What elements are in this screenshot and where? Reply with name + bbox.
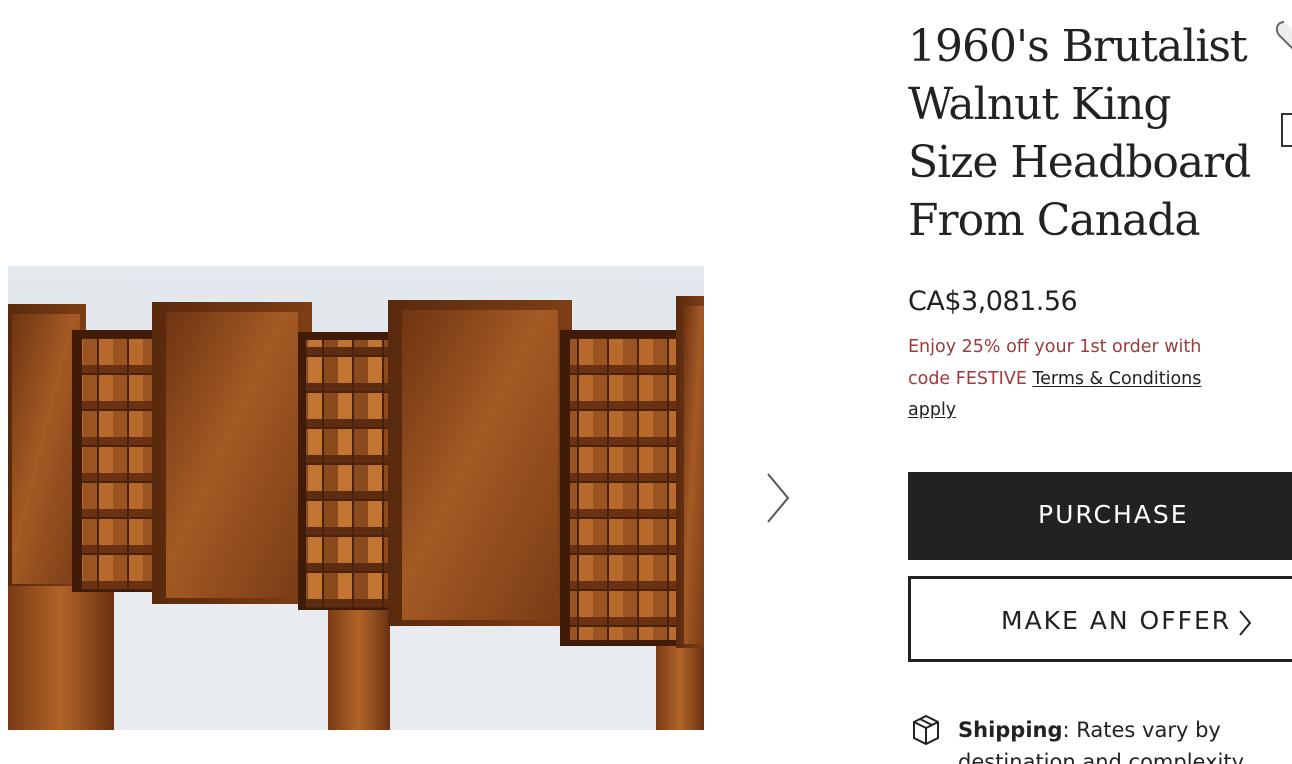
heart-icon[interactable]	[1272, 12, 1292, 52]
shipping-label: Shipping	[958, 718, 1063, 742]
chevron-right-icon	[1237, 609, 1253, 643]
shipping-text: Shipping: Rates vary by destination and …	[958, 714, 1258, 764]
purchase-label: PURCHASE	[1038, 500, 1189, 529]
product-image[interactable]	[8, 266, 704, 730]
make-offer-label: MAKE AN OFFER	[1001, 606, 1232, 635]
box-icon	[908, 712, 944, 752]
make-offer-button[interactable]: MAKE AN OFFER	[908, 576, 1292, 662]
product-price: CA$3,081.56	[908, 286, 1078, 317]
chevron-right-icon[interactable]	[756, 466, 800, 530]
product-page: 1960's Brutalist Walnut King Size Headbo…	[0, 0, 1292, 764]
share-icon[interactable]	[1278, 110, 1292, 150]
promo-message: Enjoy 25% off your 1st order with code F…	[908, 332, 1238, 427]
purchase-button[interactable]: PURCHASE	[908, 472, 1292, 560]
product-title: 1960's Brutalist Walnut King Size Headbo…	[908, 21, 1251, 246]
